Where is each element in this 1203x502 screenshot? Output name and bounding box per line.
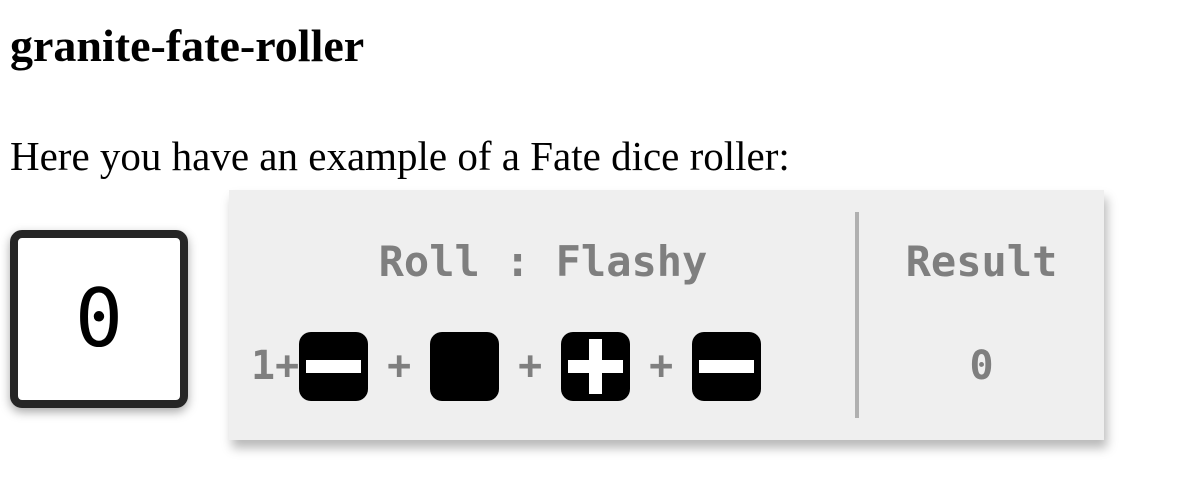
roll-label: Roll : Flashy: [378, 237, 708, 286]
intro-text: Here you have an example of a Fate dice …: [10, 133, 790, 179]
minus-die-icon: [692, 331, 762, 401]
minus-die-icon: [299, 331, 369, 401]
roller-display-value: 0: [74, 272, 124, 365]
roll-details-tooltip: Roll : Flashy 1+ + + + Result 0: [229, 190, 1104, 440]
plus-separator: +: [387, 343, 412, 389]
plus-separator: +: [649, 343, 674, 389]
result-value: 0: [969, 343, 994, 389]
result-header: Result: [905, 237, 1058, 286]
modifier-label: 1+: [251, 343, 300, 389]
plus-die-icon: [561, 331, 631, 401]
plus-separator: +: [518, 343, 543, 389]
blank-die-icon: [430, 331, 500, 401]
roll-formula: 1+ + + +: [251, 331, 762, 401]
page-title: granite-fate-roller: [10, 20, 365, 71]
fate-roller-button[interactable]: 0: [10, 230, 188, 408]
